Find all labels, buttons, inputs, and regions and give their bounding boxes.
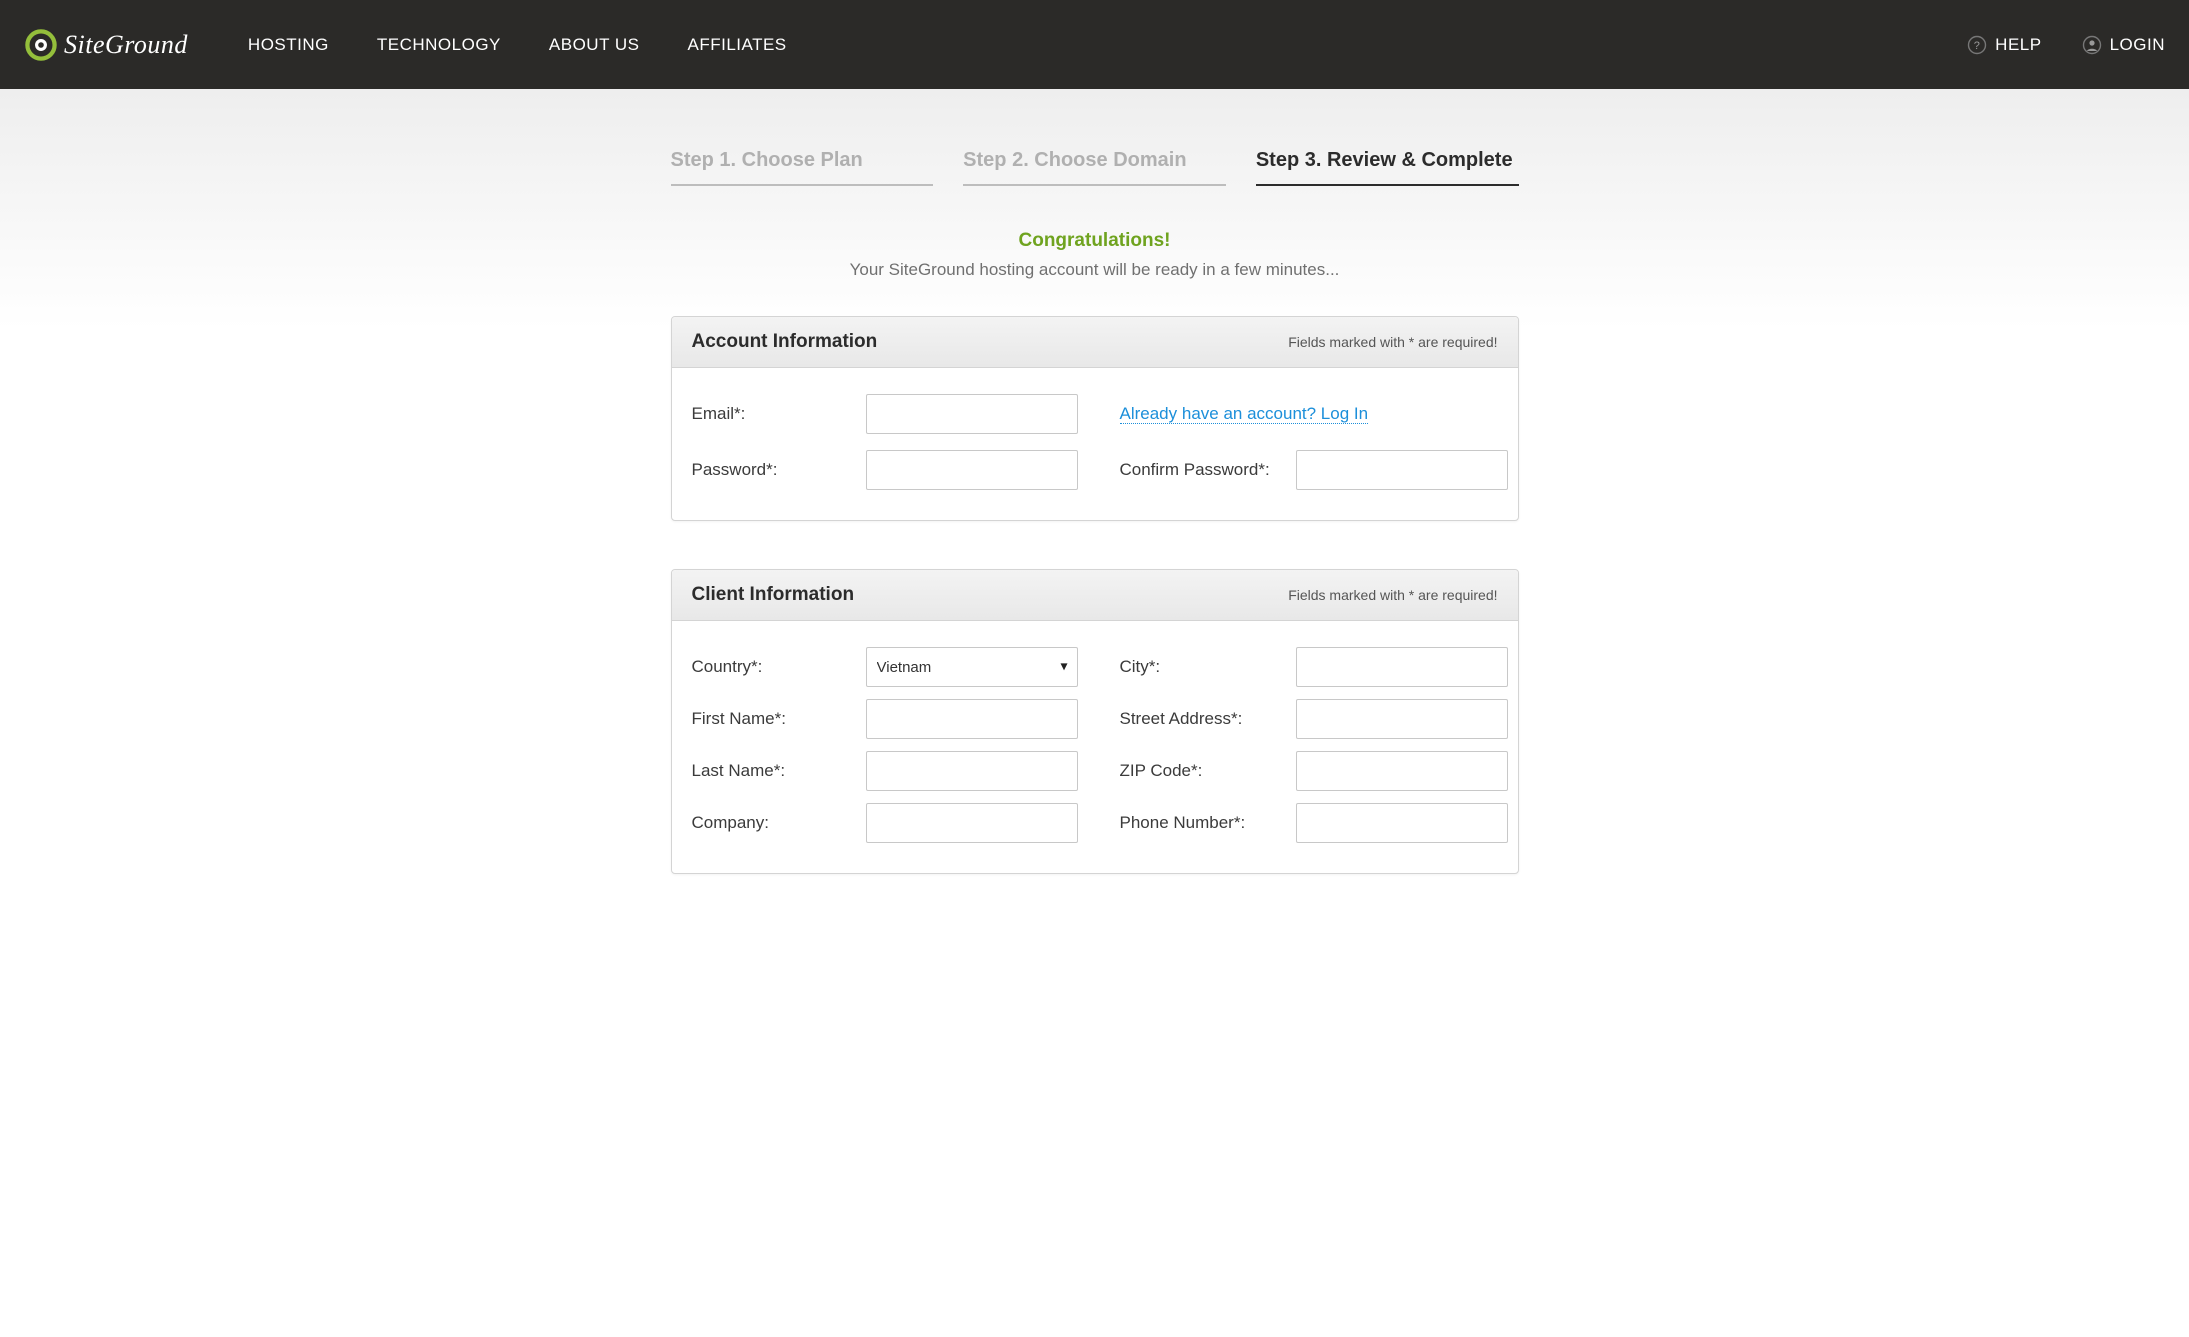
zip-input[interactable] bbox=[1296, 751, 1508, 791]
confirm-password-label: Confirm Password*: bbox=[1120, 460, 1296, 480]
client-info-title: Client Information bbox=[692, 584, 855, 606]
last-name-label: Last Name*: bbox=[692, 761, 866, 781]
street-label: Street Address*: bbox=[1120, 709, 1296, 729]
congratulations-subline: Your SiteGround hosting account will be … bbox=[671, 260, 1519, 280]
svg-text:?: ? bbox=[1974, 40, 1981, 52]
help-icon: ? bbox=[1967, 35, 1987, 55]
phone-label: Phone Number*: bbox=[1120, 813, 1296, 833]
account-info-title: Account Information bbox=[692, 331, 878, 353]
nav-login[interactable]: LOGIN bbox=[2082, 35, 2165, 55]
secondary-nav: ? HELP LOGIN bbox=[1967, 35, 2165, 55]
first-name-input[interactable] bbox=[866, 699, 1078, 739]
nav-help[interactable]: ? HELP bbox=[1967, 35, 2041, 55]
logo-mark-icon bbox=[24, 28, 58, 62]
step-3: Step 3. Review & Complete bbox=[1256, 149, 1519, 186]
company-input[interactable] bbox=[866, 803, 1078, 843]
page-content: Step 1. Choose Plan Step 2. Choose Domai… bbox=[0, 89, 2189, 1337]
email-label: Email*: bbox=[692, 404, 866, 424]
required-note: Fields marked with * are required! bbox=[1288, 334, 1497, 350]
first-name-label: First Name*: bbox=[692, 709, 866, 729]
city-input[interactable] bbox=[1296, 647, 1508, 687]
country-label: Country*: bbox=[692, 657, 866, 677]
last-name-input[interactable] bbox=[866, 751, 1078, 791]
client-info-header: Client Information Fields marked with * … bbox=[672, 570, 1518, 621]
nav-technology[interactable]: TECHNOLOGY bbox=[377, 35, 501, 55]
city-label: City*: bbox=[1120, 657, 1296, 677]
required-note-client: Fields marked with * are required! bbox=[1288, 587, 1497, 603]
country-select[interactable]: Vietnam bbox=[866, 647, 1078, 687]
congratulations-heading: Congratulations! bbox=[671, 230, 1519, 252]
nav-help-label: HELP bbox=[1995, 35, 2041, 55]
email-input[interactable] bbox=[866, 394, 1078, 434]
logo-text: SiteGround bbox=[64, 30, 188, 60]
logo[interactable]: SiteGround bbox=[24, 28, 188, 62]
company-label: Company: bbox=[692, 813, 866, 833]
zip-label: ZIP Code*: bbox=[1120, 761, 1296, 781]
confirm-password-input[interactable] bbox=[1296, 450, 1508, 490]
password-label: Password*: bbox=[692, 460, 866, 480]
street-input[interactable] bbox=[1296, 699, 1508, 739]
progress-steps: Step 1. Choose Plan Step 2. Choose Domai… bbox=[671, 149, 1519, 186]
step-2: Step 2. Choose Domain bbox=[963, 149, 1226, 186]
phone-input[interactable] bbox=[1296, 803, 1508, 843]
step-1: Step 1. Choose Plan bbox=[671, 149, 934, 186]
nav-login-label: LOGIN bbox=[2110, 35, 2165, 55]
nav-about[interactable]: ABOUT US bbox=[549, 35, 640, 55]
client-info-panel: Client Information Fields marked with * … bbox=[671, 569, 1519, 874]
login-link[interactable]: Already have an account? Log In bbox=[1120, 404, 1369, 424]
account-info-header: Account Information Fields marked with *… bbox=[672, 317, 1518, 368]
nav-hosting[interactable]: HOSTING bbox=[248, 35, 329, 55]
user-icon bbox=[2082, 35, 2102, 55]
password-input[interactable] bbox=[866, 450, 1078, 490]
nav-affiliates[interactable]: AFFILIATES bbox=[688, 35, 787, 55]
account-info-panel: Account Information Fields marked with *… bbox=[671, 316, 1519, 521]
top-nav: SiteGround HOSTING TECHNOLOGY ABOUT US A… bbox=[0, 0, 2189, 89]
primary-nav: HOSTING TECHNOLOGY ABOUT US AFFILIATES bbox=[248, 35, 787, 55]
